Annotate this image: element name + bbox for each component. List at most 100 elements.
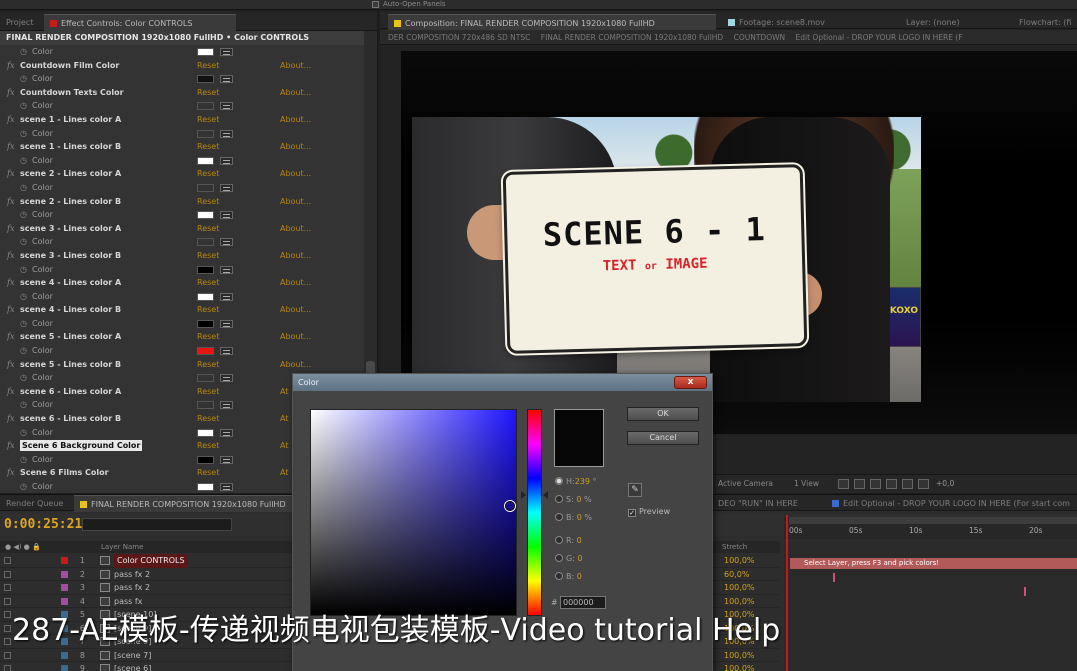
current-time-indicator[interactable] xyxy=(786,515,788,671)
green-field[interactable]: G: 0 xyxy=(555,552,583,566)
fx-toggle-icon[interactable]: fx xyxy=(7,358,14,372)
stopwatch-icon[interactable]: ◷ xyxy=(20,344,27,358)
work-area-bar[interactable] xyxy=(789,517,1077,524)
layer-name[interactable]: Color CONTROLS xyxy=(114,554,188,568)
close-button[interactable]: x xyxy=(674,376,707,389)
about-link[interactable]: About... xyxy=(280,86,311,100)
green-value[interactable]: 0 xyxy=(577,554,582,563)
brightness-value[interactable]: 0 xyxy=(577,513,582,522)
layer-stretch[interactable]: 100,0% xyxy=(724,581,755,595)
color-property-row[interactable]: ◷ Color xyxy=(0,99,364,113)
reset-link[interactable]: Reset xyxy=(197,330,219,344)
color-swatch[interactable] xyxy=(197,75,214,84)
about-link[interactable]: About... xyxy=(280,140,311,154)
hue-slider[interactable] xyxy=(527,409,542,616)
color-property-row[interactable]: ◷ Color xyxy=(0,317,364,331)
tab-video-run[interactable]: DEO "RUN" IN HERE xyxy=(712,495,822,512)
color-swatch[interactable] xyxy=(197,292,214,301)
tab-layer[interactable]: Layer: (none) xyxy=(900,14,980,31)
about-link[interactable]: About... xyxy=(280,330,311,344)
saturation-brightness-field[interactable] xyxy=(310,409,517,616)
layer-stretch[interactable]: 100,0% xyxy=(724,554,755,568)
visibility-toggle-icon[interactable] xyxy=(4,624,11,632)
camera-dropdown[interactable]: Active Camera xyxy=(718,475,773,493)
stopwatch-icon[interactable]: ◷ xyxy=(20,154,27,168)
effect-row[interactable]: fx scene 4 - Lines color B Reset About... xyxy=(0,303,364,317)
stopwatch-icon[interactable]: ◷ xyxy=(20,398,27,412)
eyedropper-icon[interactable] xyxy=(220,129,233,138)
effect-name[interactable]: Scene 6 Films Color xyxy=(20,466,109,480)
effect-row[interactable]: fx scene 2 - Lines color B Reset About... xyxy=(0,195,364,209)
reset-link[interactable]: Reset xyxy=(197,59,219,73)
render-options-icon[interactable] xyxy=(902,479,913,489)
layer-bar-color-controls[interactable]: Select Layer, press F3 and pick colors! xyxy=(790,558,1077,569)
reset-link[interactable]: Reset xyxy=(197,466,219,480)
visibility-toggle-icon[interactable] xyxy=(4,638,11,645)
about-link[interactable]: About... xyxy=(280,303,311,317)
effect-name[interactable]: scene 5 - Lines color B xyxy=(20,358,121,372)
reset-link[interactable]: Reset xyxy=(197,113,219,127)
color-swatch[interactable] xyxy=(197,129,214,138)
eyedropper-icon[interactable] xyxy=(220,238,233,247)
fx-toggle-icon[interactable]: fx xyxy=(7,59,14,73)
color-swatch[interactable] xyxy=(197,347,214,356)
layer-name-column[interactable]: Layer Name xyxy=(101,541,143,553)
stopwatch-icon[interactable]: ◷ xyxy=(20,426,27,440)
effect-name[interactable]: scene 1 - Lines color B xyxy=(20,140,121,154)
reset-link[interactable]: Reset xyxy=(197,222,219,236)
layer-name[interactable]: [scene 7] xyxy=(114,649,151,663)
about-link[interactable]: At xyxy=(280,412,288,426)
effect-name[interactable]: scene 2 - Lines color B xyxy=(20,195,121,209)
label-color-swatch[interactable] xyxy=(61,651,68,659)
visibility-toggle-icon[interactable] xyxy=(4,557,11,564)
visibility-toggle-icon[interactable] xyxy=(4,584,11,591)
color-swatch[interactable] xyxy=(197,374,214,383)
time-ruler[interactable]: 00s 05s 10s 15s 20s xyxy=(784,517,1077,539)
color-swatch[interactable] xyxy=(197,265,214,274)
effect-name[interactable]: scene 6 - Lines color A xyxy=(20,385,121,399)
eyedropper-icon[interactable] xyxy=(220,401,233,410)
about-link[interactable]: About... xyxy=(280,276,311,290)
about-link[interactable]: At xyxy=(280,385,288,399)
fx-toggle-icon[interactable]: fx xyxy=(7,303,14,317)
reset-link[interactable]: Reset xyxy=(197,276,219,290)
hue-field[interactable]: H:239 ° xyxy=(555,475,597,489)
fx-toggle-icon[interactable]: fx xyxy=(7,140,14,154)
eyedropper-icon[interactable] xyxy=(220,483,233,491)
fx-toggle-icon[interactable]: fx xyxy=(7,276,14,290)
layer-name[interactable]: [scene 6] xyxy=(114,662,151,671)
layer-name[interactable]: pass fx 2 xyxy=(114,568,150,582)
effect-row[interactable]: fx Countdown Film Color Reset About... xyxy=(0,59,364,73)
stretch-column[interactable]: Stretch xyxy=(722,541,747,553)
preview-checkbox-box[interactable]: ✓ xyxy=(628,509,636,517)
red-value[interactable]: 0 xyxy=(577,536,582,545)
stopwatch-icon[interactable]: ◷ xyxy=(20,453,27,467)
visibility-toggle-icon[interactable] xyxy=(4,611,11,618)
layer-stretch[interactable]: 100,0% xyxy=(724,662,755,671)
reset-link[interactable]: Reset xyxy=(197,412,219,426)
eyedropper-icon[interactable] xyxy=(220,319,233,328)
tab-footage[interactable]: Footage: scene8.mov xyxy=(722,14,872,31)
fx-toggle-icon[interactable]: fx xyxy=(7,195,14,209)
about-link[interactable]: About... xyxy=(280,59,311,73)
fx-toggle-icon[interactable]: fx xyxy=(7,167,14,181)
about-link[interactable]: At xyxy=(280,439,288,453)
effect-row[interactable]: fx scene 3 - Lines color A Reset About... xyxy=(0,222,364,236)
stopwatch-icon[interactable]: ◷ xyxy=(20,99,27,113)
stopwatch-icon[interactable]: ◷ xyxy=(20,127,27,141)
visibility-toggle-icon[interactable] xyxy=(4,597,11,605)
effect-name[interactable]: scene 3 - Lines color B xyxy=(20,249,121,263)
keyframe-marker[interactable] xyxy=(1024,587,1026,596)
color-property-row[interactable]: ◷ Color xyxy=(0,72,364,86)
grid-toggle-icon[interactable] xyxy=(838,479,849,489)
tab-flowchart[interactable]: Flowchart: (fi xyxy=(1013,14,1077,31)
pixel-aspect-icon[interactable] xyxy=(886,479,897,489)
blue-radio[interactable] xyxy=(555,572,563,580)
color-swatch[interactable] xyxy=(197,156,214,165)
color-property-row[interactable]: ◷ Color xyxy=(0,235,364,249)
breadcrumb-item[interactable]: DER COMPOSITION 720x486 SD NTSC xyxy=(388,33,530,42)
about-link[interactable]: About... xyxy=(280,222,311,236)
blue-field[interactable]: B: 0 xyxy=(555,570,582,584)
stopwatch-icon[interactable]: ◷ xyxy=(20,480,27,493)
effect-name[interactable]: scene 5 - Lines color A xyxy=(20,330,121,344)
